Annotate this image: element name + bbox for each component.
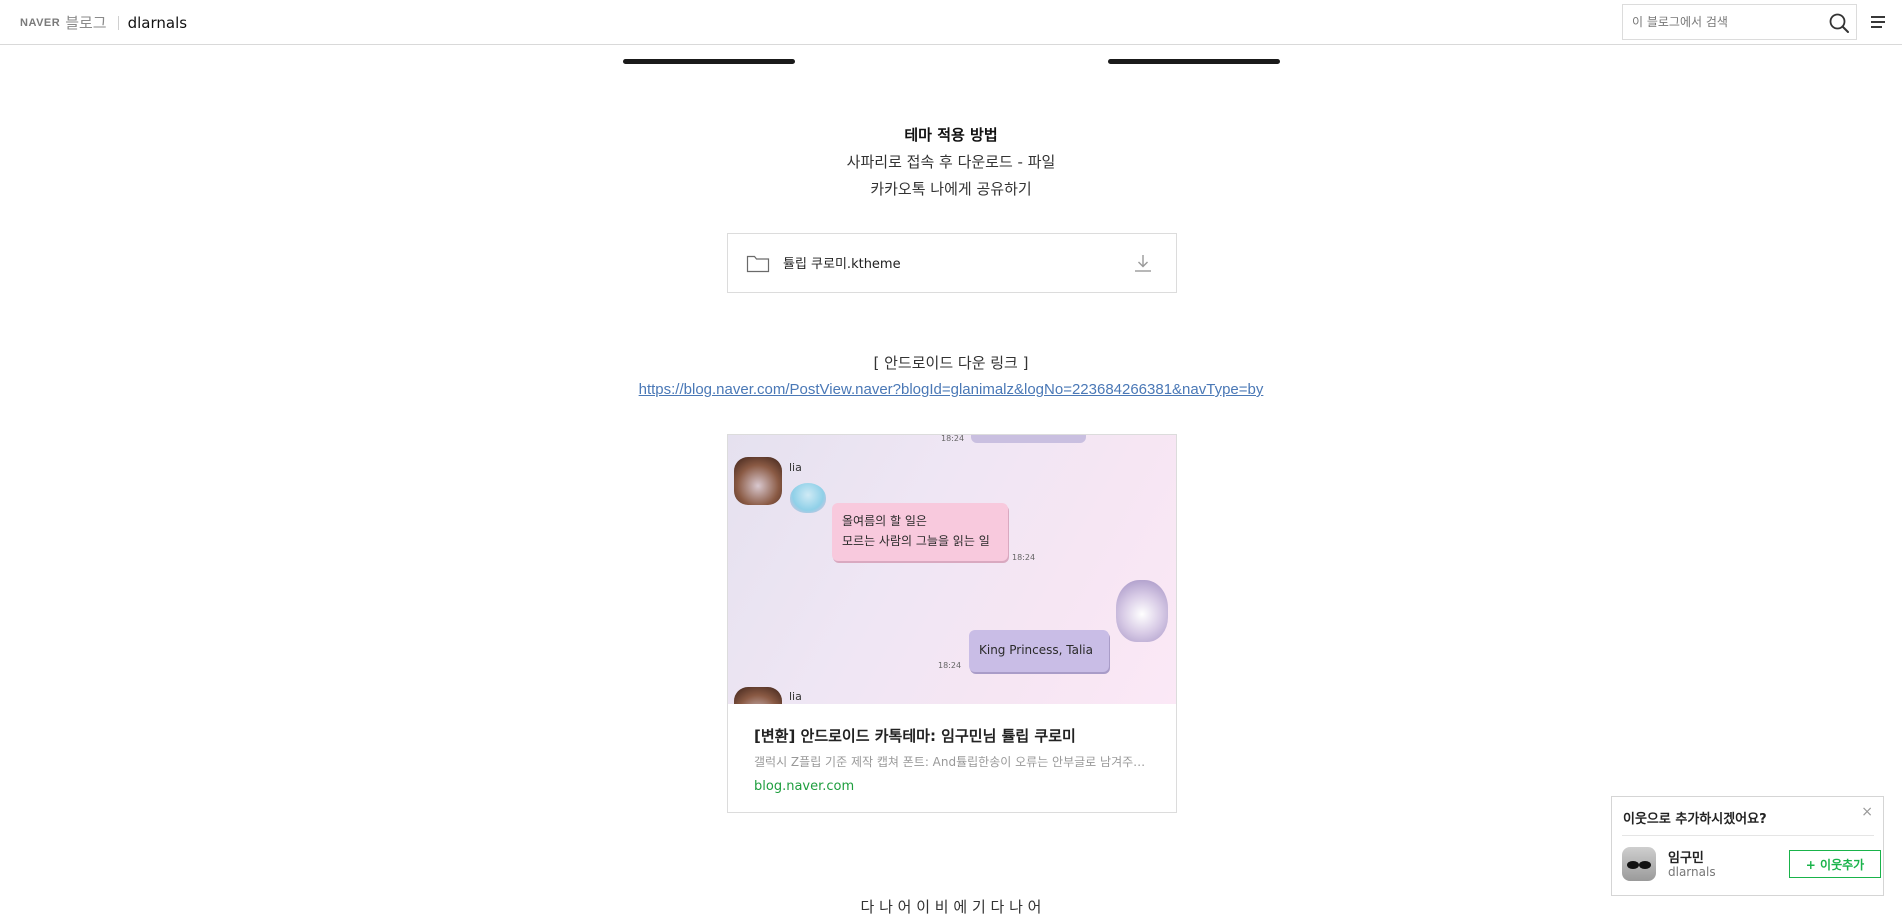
hamburger-menu-icon[interactable] — [1869, 13, 1887, 31]
preview-title: [변환] 안드로이드 카톡테마: 임구민님 튤립 쿠로미 — [754, 727, 1076, 745]
bottom-cut-text: 다 나 어 이 비 에 기 다 나 어 — [860, 898, 1042, 916]
theme-line-1: 사파리로 접속 후 다운로드 - 파일 — [846, 153, 1056, 171]
sender-avatar-2 — [734, 687, 782, 704]
search-icon[interactable] — [1828, 12, 1850, 34]
blog-id-link[interactable]: dlarnals — [128, 14, 187, 32]
file-name: 튤립 쿠로미.ktheme — [783, 257, 901, 272]
sender-avatar — [734, 457, 782, 505]
divider-bar-left — [623, 59, 795, 64]
sender-name-2: lia — [789, 690, 802, 703]
alien-avatar-icon — [1627, 861, 1651, 869]
preview-domain: blog.naver.com — [754, 779, 855, 794]
timestamp-top: 18:24 — [941, 435, 965, 443]
search-box — [1622, 4, 1857, 40]
chat-bubble-reply: King Princess, Talia — [969, 630, 1109, 672]
popup-user-id: dlarnals — [1668, 865, 1716, 879]
chat-bubble-top — [971, 435, 1086, 443]
timestamp-reply: 18:24 — [938, 661, 962, 670]
timestamp-message: 18:24 — [1012, 553, 1036, 562]
android-heading: [ 안드로이드 다운 링크 ] — [873, 354, 1029, 372]
naver-logo[interactable]: NAVER — [20, 17, 60, 29]
brand: NAVER 블로그 dlarnals — [20, 12, 187, 33]
popup-question: 이웃으로 추가하시겠어요? — [1623, 812, 1767, 827]
search-input[interactable] — [1632, 5, 1822, 39]
avatar — [1622, 847, 1656, 881]
android-download-link[interactable]: https://blog.naver.com/PostView.naver?bl… — [0, 381, 1902, 398]
folder-icon — [746, 255, 770, 273]
theme-line-2: 카카오톡 나에게 공유하기 — [870, 180, 1032, 198]
heart-emoticon — [790, 483, 826, 513]
chat-bubble-message: 올여름의 할 일은 모르는 사람의 그늘을 읽는 일 — [832, 503, 1008, 561]
divider-bar-right — [1108, 59, 1280, 64]
top-header: NAVER 블로그 dlarnals — [0, 0, 1902, 45]
message-line-1: 올여름의 할 일은 — [842, 514, 927, 528]
link-preview-card[interactable]: 18:24 lia 올여름의 할 일은 모르는 사람의 그늘을 읽는 일 18:… — [727, 434, 1177, 813]
brand-divider — [117, 15, 119, 30]
popup-divider — [1622, 835, 1874, 836]
message-line-2: 모르는 사람의 그늘을 읽는 일 — [842, 534, 990, 548]
blog-home-link[interactable]: 블로그 — [65, 12, 106, 33]
kuromi-sticker — [1116, 580, 1168, 642]
preview-description: 갤럭시 Z플립 기준 제작 캡쳐 폰트: And튤립한송이 오류는 안부글로 남… — [754, 755, 1154, 769]
preview-thumbnail: 18:24 lia 올여름의 할 일은 모르는 사람의 그늘을 읽는 일 18:… — [728, 435, 1176, 704]
neighbor-add-popup: 이웃으로 추가하시겠어요? × 임구민 dlarnals + 이웃추가 — [1611, 796, 1884, 896]
download-icon[interactable] — [1132, 252, 1154, 274]
close-icon[interactable]: × — [1861, 804, 1873, 820]
theme-title: 테마 적용 방법 — [904, 126, 998, 144]
file-attachment-card[interactable]: 튤립 쿠로미.ktheme — [727, 233, 1177, 293]
add-neighbor-button[interactable]: + 이웃추가 — [1789, 850, 1881, 878]
sender-name: lia — [789, 461, 802, 474]
reply-text: King Princess, Talia — [979, 643, 1093, 657]
popup-user-name: 임구민 — [1668, 851, 1704, 866]
